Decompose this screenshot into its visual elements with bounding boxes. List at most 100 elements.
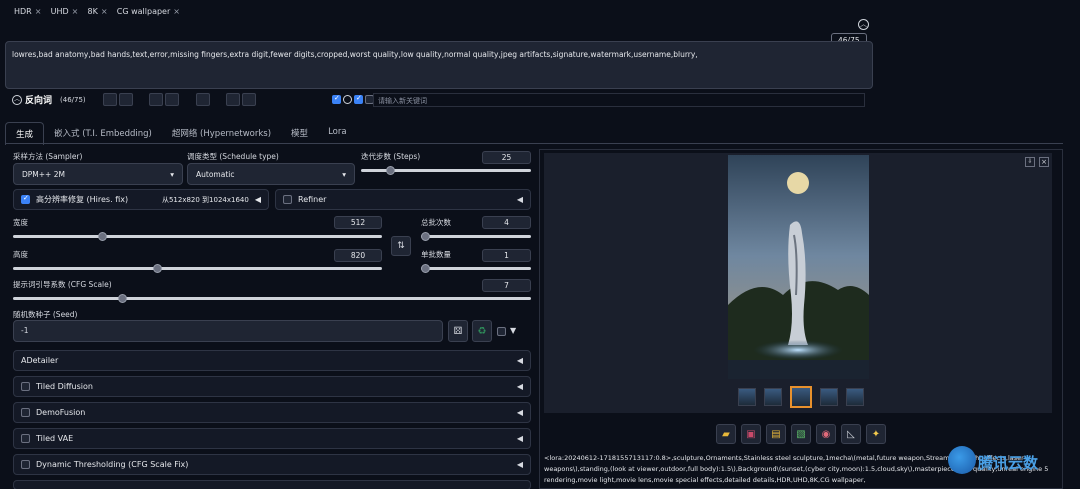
chevron-down-icon: ▾ <box>342 169 346 179</box>
accordion-demofusion[interactable]: DemoFusion ◀ <box>13 402 531 423</box>
cfg-slider[interactable] <box>13 294 531 303</box>
export-icon[interactable] <box>165 93 180 106</box>
hires-fix-toggle[interactable]: 高分辨率修复 (Hires. fix) 从512x820 到1024x1640 … <box>13 189 269 210</box>
width-slider[interactable] <box>13 232 382 241</box>
batch-count-label: 总批次数 <box>421 218 451 227</box>
triangle-down-icon[interactable]: ▼ <box>510 326 516 335</box>
width-value[interactable]: 512 <box>334 216 382 229</box>
tab-models[interactable]: 模型 <box>281 122 318 145</box>
slider-thumb[interactable] <box>97 232 107 241</box>
negative-toolbar <box>103 93 258 109</box>
hires-checkbox[interactable] <box>21 194 30 204</box>
accordion-checkbox[interactable] <box>21 434 30 443</box>
thumbnail-selected[interactable] <box>790 386 812 408</box>
accordion-checkbox[interactable] <box>21 382 30 391</box>
slider-thumb[interactable] <box>385 166 395 175</box>
accordion-checkbox[interactable] <box>21 460 30 469</box>
close-icon[interactable]: × <box>1039 157 1049 167</box>
palette-icon[interactable]: ◉ <box>816 424 836 444</box>
slider-thumb[interactable] <box>117 294 127 303</box>
collapse-icon[interactable]: ︿ <box>858 19 869 30</box>
output-actions: ▰ ▣ ▤ ▧ ◉ ◺ ✦ <box>716 424 886 444</box>
import-icon[interactable] <box>149 93 164 106</box>
schedule-label: 调度类型 (Schedule type) <box>187 152 279 161</box>
tab-bar: 生成 嵌入式 (T.I. Embedding) 超网络 (Hypernetwor… <box>5 122 357 145</box>
schedule-select[interactable]: Automatic ▾ <box>187 163 355 185</box>
chevron-down-icon: ▾ <box>170 169 174 179</box>
sampler-label: 采样方法 (Sampler) <box>13 152 83 161</box>
thumbnail[interactable] <box>764 388 782 406</box>
thumbnail[interactable] <box>738 388 756 406</box>
accordion-dynamic-thresholding[interactable]: Dynamic Thresholding (CFG Scale Fix) ◀ <box>13 454 531 475</box>
cfg-value[interactable]: 7 <box>482 279 531 292</box>
refiner-toggle[interactable]: Refiner ◀ <box>275 189 531 210</box>
close-icon[interactable]: × <box>173 7 180 16</box>
steps-value[interactable]: 25 <box>482 151 531 164</box>
batch-size-value[interactable]: 1 <box>482 249 531 262</box>
archive-icon[interactable]: ▤ <box>766 424 786 444</box>
accordion-partial[interactable] <box>13 480 531 489</box>
trash-icon[interactable] <box>242 93 257 106</box>
sampler-select[interactable]: DPM++ 2M ▾ <box>13 163 183 185</box>
slider-thumb[interactable] <box>421 264 430 273</box>
dice-icon[interactable]: ⚄ <box>448 320 468 342</box>
keyword-input[interactable]: 请输入新关键词 <box>373 93 865 107</box>
swap-dimensions-icon[interactable]: ⇅ <box>391 236 411 256</box>
accordion-adetailer[interactable]: ADetailer ◀ <box>13 350 531 371</box>
collapse-arrow-icon: ◀ <box>516 460 523 469</box>
height-value[interactable]: 820 <box>334 249 382 262</box>
extra-seed-checkbox[interactable] <box>497 327 506 336</box>
height-slider[interactable] <box>13 264 382 273</box>
batch-size-slider[interactable] <box>421 264 531 273</box>
slider-thumb[interactable] <box>421 232 430 241</box>
accordion-tiled-diffusion[interactable]: Tiled Diffusion ◀ <box>13 376 531 397</box>
batch-count-slider[interactable] <box>421 232 531 241</box>
slider-thumb[interactable] <box>152 264 162 273</box>
option-checkbox[interactable] <box>332 94 341 104</box>
batch-count-value[interactable]: 4 <box>482 216 531 229</box>
close-icon[interactable]: × <box>72 7 79 16</box>
accordion-tiled-vae[interactable]: Tiled VAE ◀ <box>13 428 531 449</box>
cloud-logo-icon <box>948 446 976 474</box>
thumbnail-strip <box>738 386 864 408</box>
collapse-icon[interactable]: ︿ <box>12 94 22 105</box>
timer-icon[interactable] <box>343 95 352 104</box>
steps-label: 迭代步数 (Steps) <box>361 152 421 161</box>
settings-icon[interactable] <box>103 93 117 106</box>
height-label: 高度 <box>13 250 28 259</box>
tab-generate[interactable]: 生成 <box>5 122 45 145</box>
collapse-arrow-icon: ◀ <box>516 434 523 443</box>
tag-chip[interactable]: 8K × <box>88 7 108 16</box>
steps-slider[interactable] <box>361 166 531 175</box>
width-label: 宽度 <box>13 218 28 227</box>
close-icon[interactable]: × <box>35 7 42 16</box>
tab-hypernetworks[interactable]: 超网络 (Hypernetworks) <box>162 122 281 145</box>
thumbnail[interactable] <box>820 388 838 406</box>
option-checkbox[interactable] <box>354 94 363 104</box>
hires-info: 从512x820 到1024x1640 <box>161 195 249 204</box>
batch-size-label: 单批数量 <box>421 250 451 259</box>
tab-lora[interactable]: Lora <box>318 122 357 145</box>
tab-embedding[interactable]: 嵌入式 (T.I. Embedding) <box>44 122 162 145</box>
settings-icon[interactable] <box>119 93 133 106</box>
tab-divider <box>5 143 1063 144</box>
seed-input[interactable]: -1 <box>13 320 443 342</box>
refiner-checkbox[interactable] <box>283 195 292 204</box>
tag-chip[interactable]: HDR × <box>14 7 41 16</box>
folder-icon[interactable]: ▰ <box>716 424 736 444</box>
ruler-icon[interactable]: ◺ <box>841 424 861 444</box>
negative-prompt-input[interactable]: lowres,bad anatomy,bad hands,text,error,… <box>5 41 873 89</box>
send-to-img2img-icon[interactable]: ▧ <box>791 424 811 444</box>
sparkle-icon[interactable]: ✦ <box>866 424 886 444</box>
close-icon[interactable]: × <box>101 7 108 16</box>
download-icon[interactable]: ⇩ <box>1025 157 1035 167</box>
thumbnail[interactable] <box>846 388 864 406</box>
tag-chip[interactable]: UHD × <box>51 7 79 16</box>
history-icon[interactable] <box>226 93 241 106</box>
tag-chip[interactable]: CG wallpaper × <box>117 7 180 16</box>
recycle-icon[interactable]: ♻ <box>472 320 492 342</box>
save-icon[interactable]: ▣ <box>741 424 761 444</box>
copy-icon[interactable] <box>195 93 210 106</box>
generated-image[interactable] <box>728 155 869 379</box>
accordion-checkbox[interactable] <box>21 408 30 417</box>
